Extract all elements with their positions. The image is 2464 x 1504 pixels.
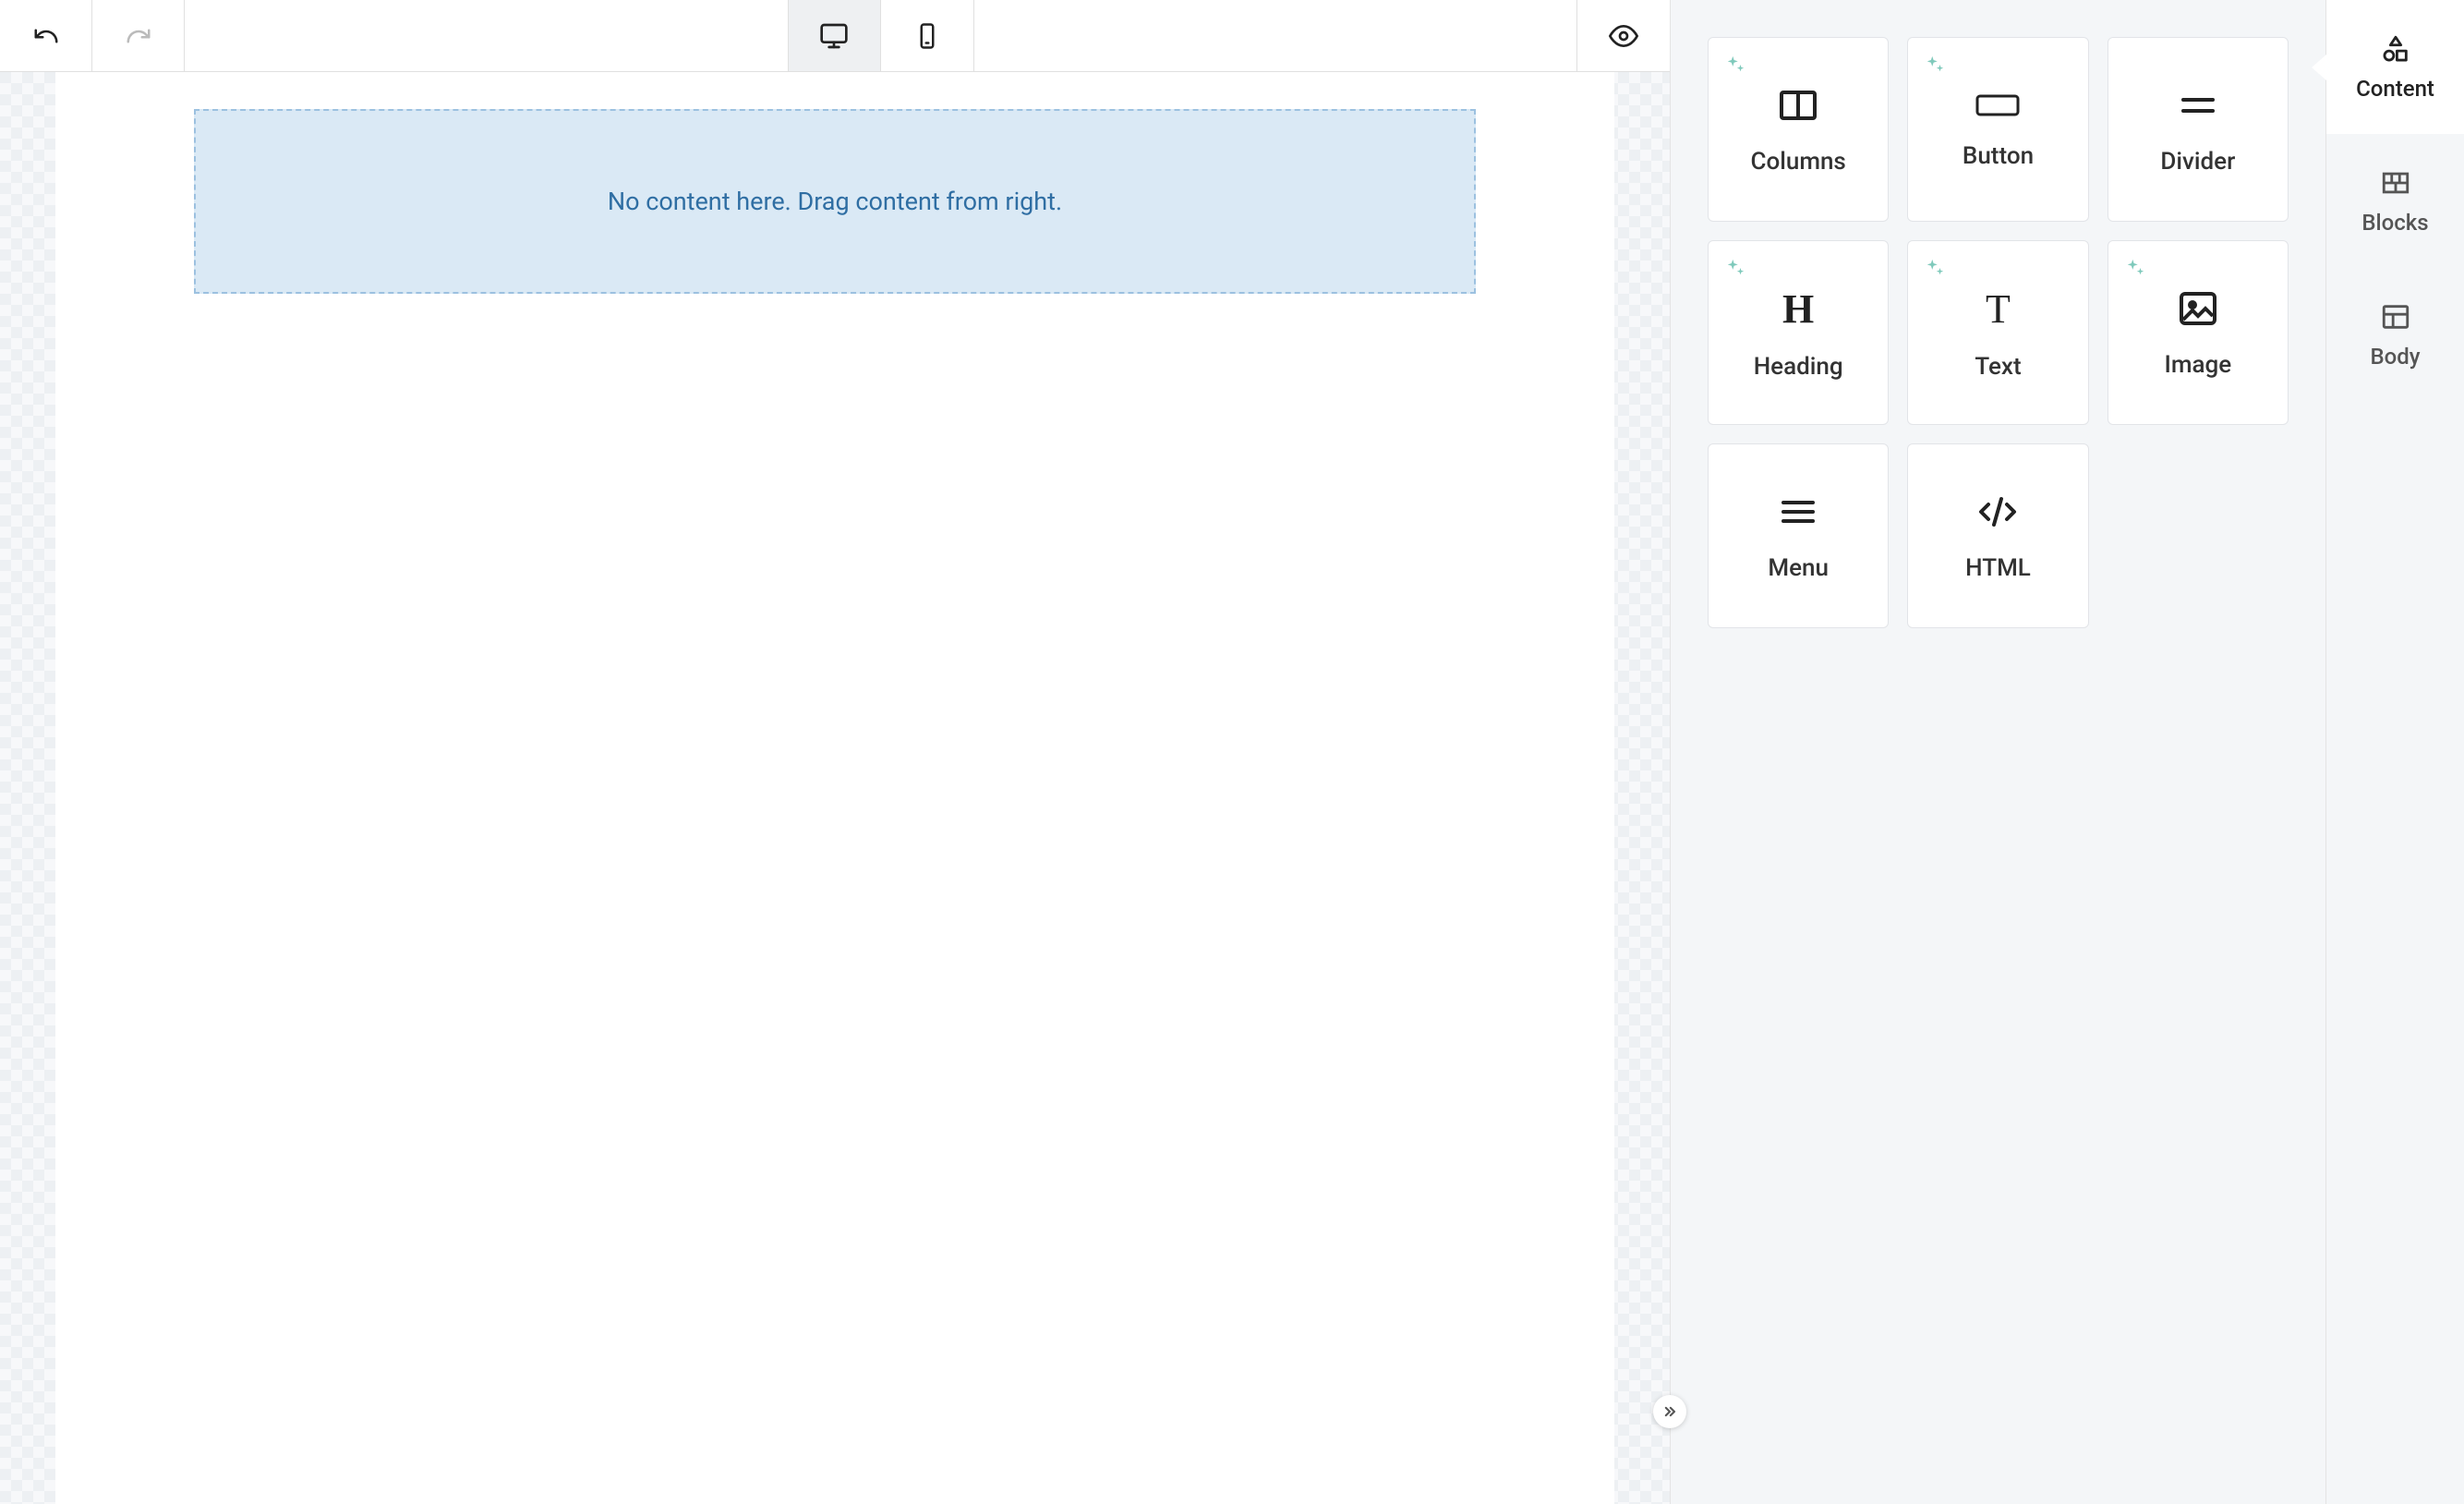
tab-label: Body (2370, 344, 2420, 370)
sparkle-icon (1725, 55, 1745, 75)
tab-body[interactable]: Body (2326, 268, 2464, 402)
undo-icon (32, 22, 60, 50)
block-label: HTML (1965, 554, 2031, 582)
layout-icon (2380, 301, 2411, 333)
block-label: Heading (1754, 353, 1843, 381)
text-icon: T (1986, 285, 2011, 333)
desktop-icon (819, 21, 849, 51)
button-icon (1974, 89, 2022, 122)
empty-drop-area[interactable]: No content here. Drag content from right… (194, 109, 1476, 294)
redo-button[interactable] (92, 0, 185, 71)
block-label: Menu (1768, 554, 1829, 582)
code-icon (1975, 490, 2020, 534)
toolbar-spacer-left (185, 0, 788, 71)
sparkle-icon (1925, 55, 1945, 75)
sparkle-icon (1725, 258, 1745, 278)
mobile-icon (913, 22, 941, 50)
divider-icon (2176, 83, 2220, 127)
redo-icon (125, 22, 152, 50)
block-label: Image (2164, 351, 2231, 379)
side-tabs: Content Blocks Body (2325, 0, 2464, 1504)
top-toolbar (0, 0, 1670, 72)
eye-icon (1609, 21, 1638, 51)
block-columns[interactable]: Columns (1708, 37, 1889, 222)
main-area: No content here. Drag content from right… (0, 0, 1670, 1504)
block-button[interactable]: Button (1907, 37, 2088, 222)
preview-button[interactable] (1577, 0, 1670, 71)
block-label: Text (1975, 353, 2021, 381)
sparkle-icon (1925, 258, 1945, 278)
tab-content[interactable]: Content (2326, 0, 2464, 134)
block-text[interactable]: T Text (1907, 240, 2088, 425)
toolbar-spacer-right (974, 0, 1577, 71)
viewport-group (788, 0, 974, 71)
app-root: No content here. Drag content from right… (0, 0, 2464, 1504)
block-menu[interactable]: Menu (1708, 443, 1889, 628)
blocks-grid: Columns Button Divider H Heading (1708, 37, 2289, 628)
canvas-page: No content here. Drag content from right… (55, 72, 1614, 1504)
mobile-view-button[interactable] (881, 0, 973, 71)
block-heading[interactable]: H Heading (1708, 240, 1889, 425)
tab-blocks[interactable]: Blocks (2326, 134, 2464, 268)
block-html[interactable]: HTML (1907, 443, 2088, 628)
tab-label: Blocks (2361, 210, 2428, 236)
block-label: Columns (1751, 148, 1846, 176)
undo-button[interactable] (0, 0, 92, 71)
columns-icon (1776, 83, 1820, 127)
blocks-panel: Columns Button Divider H Heading (1670, 0, 2325, 1504)
desktop-view-button[interactable] (789, 0, 881, 71)
empty-message: No content here. Drag content from right… (608, 187, 1062, 216)
image-icon (2176, 286, 2220, 331)
preview-group (1576, 0, 1670, 71)
block-image[interactable]: Image (2108, 240, 2289, 425)
history-group (0, 0, 185, 71)
block-label: Button (1963, 142, 2034, 170)
sparkle-icon (2125, 258, 2145, 278)
heading-icon: H (1782, 285, 1814, 333)
block-divider[interactable]: Divider (2108, 37, 2289, 222)
block-label: Divider (2160, 148, 2235, 176)
menu-icon (1776, 490, 1820, 534)
shapes-icon (2380, 33, 2411, 65)
chevron-double-right-icon (1661, 1402, 1679, 1421)
wall-icon (2380, 167, 2411, 199)
tab-label: Content (2356, 76, 2434, 102)
collapse-panel-button[interactable] (1653, 1395, 1686, 1428)
